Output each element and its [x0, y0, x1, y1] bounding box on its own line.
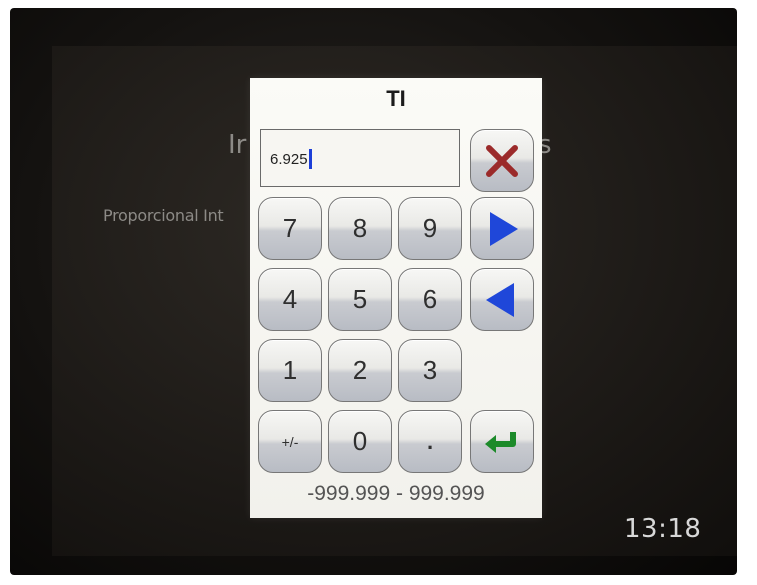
key-4[interactable]: 4 [258, 268, 322, 331]
value-range-label: -999.999 - 999.999 [307, 482, 485, 505]
cursor-left-button[interactable] [470, 268, 534, 331]
key-2[interactable]: 2 [328, 339, 392, 402]
key-7[interactable]: 7 [258, 197, 322, 260]
key-3[interactable]: 3 [398, 339, 462, 402]
enter-icon [485, 431, 516, 453]
key-0[interactable]: 0 [328, 410, 392, 473]
cancel-button[interactable] [470, 129, 534, 192]
cursor-right-button[interactable] [470, 197, 534, 260]
sign-toggle-button[interactable]: +/- [258, 410, 322, 473]
clock: 13:18 [624, 514, 702, 544]
key-9[interactable]: 9 [398, 197, 462, 260]
value-text: 6.925 [270, 150, 308, 168]
background-parameter-label: Proporcional Int [103, 206, 224, 225]
numeric-keypad-dialog: TI 6.925 7 8 9 4 5 6 1 2 3 +/- 0 . -999.… [250, 78, 542, 518]
decimal-point-button[interactable]: . [398, 410, 462, 473]
key-6[interactable]: 6 [398, 268, 462, 331]
arrow-left-icon [486, 282, 514, 317]
dialog-title: TI [386, 86, 406, 111]
key-1[interactable]: 1 [258, 339, 322, 402]
background-title: Ir [228, 130, 247, 160]
close-icon [486, 144, 518, 177]
key-8[interactable]: 8 [328, 197, 392, 260]
text-caret [308, 149, 312, 169]
value-input-field[interactable]: 6.925 [260, 129, 460, 187]
enter-button[interactable] [470, 410, 534, 473]
arrow-right-icon [490, 211, 518, 246]
key-5[interactable]: 5 [328, 268, 392, 331]
